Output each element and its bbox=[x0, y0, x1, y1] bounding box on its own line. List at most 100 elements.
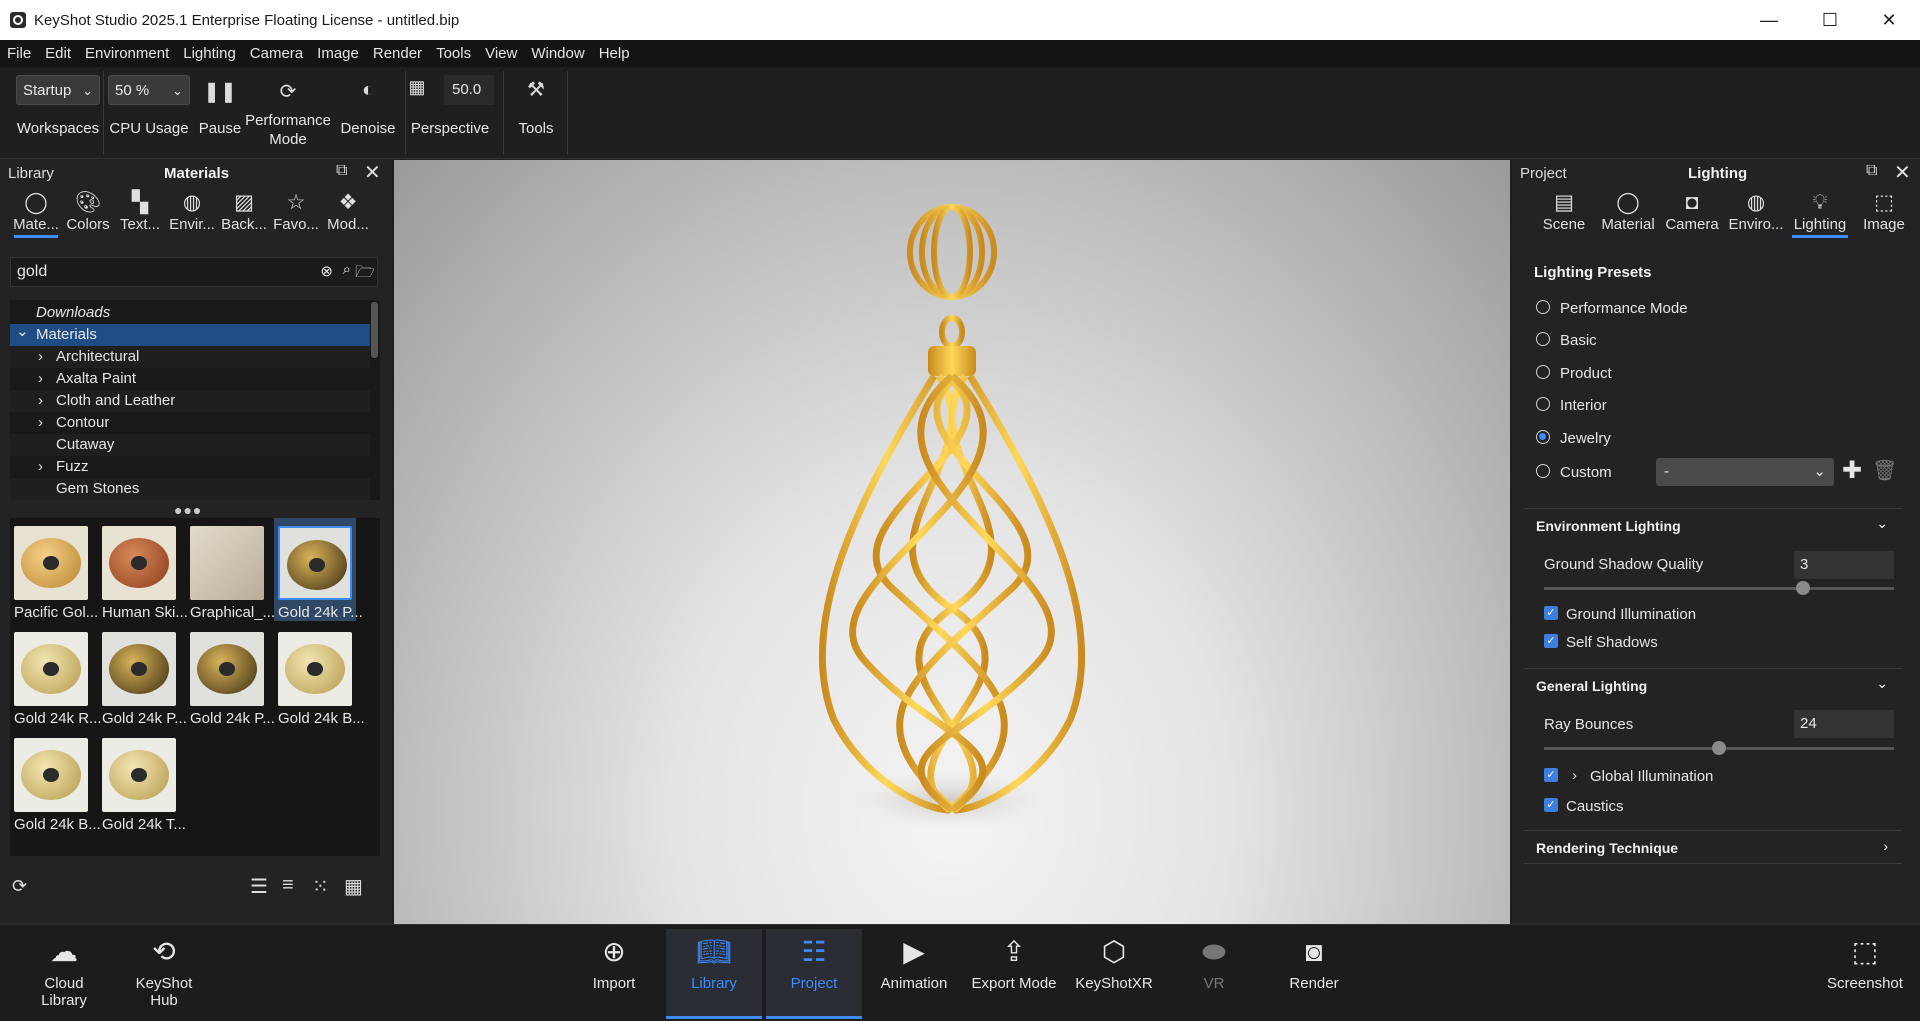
tab-materials[interactable]: ◯ Mate... bbox=[10, 190, 62, 238]
project-button[interactable]: ☷ Project bbox=[766, 929, 862, 1019]
material-thumb[interactable]: Graphical_... bbox=[186, 522, 275, 621]
menu-window[interactable]: Window bbox=[524, 45, 591, 62]
slider-knob[interactable] bbox=[1712, 741, 1726, 755]
animation-button[interactable]: ▶ Animation bbox=[868, 929, 960, 1017]
tree-item-cutaway[interactable]: Cutaway bbox=[10, 434, 370, 456]
radio-button-selected[interactable] bbox=[1536, 430, 1550, 444]
vr-button[interactable]: ⬬ VR bbox=[1174, 929, 1254, 1017]
menu-lighting[interactable]: Lighting bbox=[176, 45, 243, 62]
tree-scrollbar[interactable] bbox=[371, 302, 378, 358]
screenshot-button[interactable]: ⬚ Screenshot bbox=[1820, 929, 1910, 1017]
close-window-button[interactable]: ✕ bbox=[1860, 0, 1918, 40]
splitter-handle-icon[interactable]: ●●● bbox=[174, 502, 202, 518]
perspective-icon[interactable]: ▦ bbox=[402, 77, 432, 98]
material-thumb[interactable]: Gold 24k T... bbox=[98, 734, 186, 833]
tree-item-fuzz[interactable]: › Fuzz bbox=[10, 456, 370, 478]
clear-search-icon[interactable]: ⊗ bbox=[320, 262, 333, 280]
preset-interior[interactable]: Interior bbox=[1536, 397, 1786, 417]
delete-preset-icon[interactable]: 🗑︎ bbox=[1872, 458, 1897, 483]
radio-button[interactable] bbox=[1536, 365, 1550, 379]
pause-icon[interactable]: ❚❚ bbox=[198, 79, 242, 104]
self-shadows-checkbox[interactable]: ✓ Self Shadows bbox=[1544, 634, 1744, 654]
ray-bounces-slider[interactable] bbox=[1544, 741, 1894, 755]
radio-button[interactable] bbox=[1536, 464, 1550, 478]
search-icon[interactable]: ⌕ bbox=[343, 261, 351, 278]
menu-environment[interactable]: Environment bbox=[78, 45, 176, 62]
checkbox-checked[interactable]: ✓ bbox=[1544, 768, 1558, 782]
tab-scene[interactable]: ▤ Scene bbox=[1532, 190, 1596, 233]
menu-image[interactable]: Image bbox=[310, 45, 366, 62]
tree-item-downloads[interactable]: Downloads bbox=[10, 302, 370, 324]
general-lighting-header[interactable]: General Lighting ⌄ bbox=[1524, 668, 1902, 702]
custom-preset-dropdown[interactable]: - ⌄ bbox=[1656, 458, 1834, 486]
library-button[interactable]: 📖︎ Library bbox=[666, 929, 762, 1019]
tab-textures[interactable]: ▚ Text... bbox=[114, 190, 166, 233]
denoise-button[interactable]: Denoise bbox=[332, 119, 404, 138]
environment-lighting-header[interactable]: Environment Lighting ⌄ bbox=[1524, 508, 1902, 542]
material-thumb[interactable]: Gold 24k B... bbox=[274, 628, 365, 727]
tab-image[interactable]: ⬚ Image bbox=[1852, 190, 1916, 233]
caustics-checkbox[interactable]: ✓ Caustics bbox=[1544, 798, 1744, 818]
preset-jewelry[interactable]: Jewelry bbox=[1536, 430, 1786, 450]
tab-environments[interactable]: ◍ Envir... bbox=[166, 190, 218, 233]
library-search-input[interactable]: gold ⊗ ⌕ 🗁 bbox=[10, 257, 378, 287]
tab-material[interactable]: ◯ Material bbox=[1596, 190, 1660, 233]
tab-models[interactable]: ❖ Mod... bbox=[322, 190, 374, 233]
ray-bounces-input[interactable]: 24 bbox=[1794, 710, 1894, 738]
close-panel-icon[interactable]: ✕ bbox=[364, 160, 381, 185]
menu-tools[interactable]: Tools bbox=[429, 45, 478, 62]
keyshot-hub-button[interactable]: ⟲ KeyShot Hub bbox=[124, 929, 204, 1017]
preset-custom[interactable]: Custom bbox=[1536, 464, 1636, 484]
preset-performance-mode[interactable]: Performance Mode bbox=[1536, 300, 1786, 320]
import-button[interactable]: ⊕ Import bbox=[574, 929, 654, 1017]
material-thumb[interactable]: Gold 24k P... bbox=[98, 628, 187, 727]
tools-button[interactable]: Tools bbox=[506, 119, 566, 138]
ground-illumination-checkbox[interactable]: ✓ Ground Illumination bbox=[1544, 606, 1744, 626]
chevron-right-icon[interactable]: › bbox=[1572, 767, 1577, 784]
folder-search-icon[interactable]: 🗁 bbox=[355, 261, 375, 288]
add-preset-icon[interactable]: ✚ bbox=[1842, 456, 1862, 485]
menu-edit[interactable]: Edit bbox=[38, 45, 78, 62]
tree-item-axalta-paint[interactable]: › Axalta Paint bbox=[10, 368, 370, 390]
tree-item-materials[interactable]: ⌄ Materials bbox=[10, 323, 370, 346]
material-thumb[interactable]: Pacific Gol... bbox=[10, 522, 98, 621]
material-thumb[interactable]: Human Ski... bbox=[98, 522, 188, 621]
tree-item-cloth-and-leather[interactable]: › Cloth and Leather bbox=[10, 390, 370, 412]
close-panel-icon[interactable]: ✕ bbox=[1894, 160, 1911, 185]
large-grid-view-icon[interactable]: ▦ bbox=[344, 874, 363, 899]
keyshotxr-button[interactable]: ⬡ KeyShotXR bbox=[1068, 929, 1160, 1017]
workspace-dropdown[interactable]: Startup ⌄ bbox=[16, 75, 100, 105]
tree-item-gem-stones[interactable]: Gem Stones bbox=[10, 478, 370, 500]
list-view-icon[interactable]: ≡ bbox=[282, 874, 294, 897]
cloud-library-button[interactable]: ☁ Cloud Library bbox=[24, 929, 104, 1017]
tree-item-contour[interactable]: › Contour bbox=[10, 412, 370, 434]
undock-icon[interactable]: ⧉ bbox=[336, 162, 347, 180]
slider-knob[interactable] bbox=[1796, 581, 1810, 595]
menu-file[interactable]: File bbox=[0, 45, 38, 62]
tab-backplates[interactable]: ▨ Back... bbox=[218, 190, 270, 233]
tab-favorites[interactable]: ☆ Favo... bbox=[270, 190, 322, 233]
checkbox-checked[interactable]: ✓ bbox=[1544, 634, 1558, 648]
menu-help[interactable]: Help bbox=[592, 45, 637, 62]
ground-shadow-input[interactable]: 3 bbox=[1794, 551, 1894, 579]
export-mode-button[interactable]: ⇪ Export Mode bbox=[964, 929, 1064, 1017]
global-illumination-checkbox[interactable]: ✓ › Global Illumination bbox=[1544, 767, 1764, 788]
pause-button[interactable]: Pause bbox=[194, 119, 246, 138]
preset-product[interactable]: Product bbox=[1536, 365, 1786, 385]
material-thumb[interactable]: Gold 24k P... bbox=[186, 628, 275, 727]
menu-camera[interactable]: Camera bbox=[243, 45, 310, 62]
maximize-button[interactable]: ☐ bbox=[1801, 0, 1859, 40]
radio-button[interactable] bbox=[1536, 300, 1550, 314]
tab-colors[interactable]: 🎨︎ Colors bbox=[62, 190, 114, 233]
preset-basic[interactable]: Basic bbox=[1536, 332, 1786, 352]
performance-mode-icon[interactable]: ⟳ bbox=[266, 79, 310, 104]
menu-view[interactable]: View bbox=[478, 45, 524, 62]
material-thumb[interactable]: Gold 24k R... bbox=[10, 628, 102, 727]
menu-render[interactable]: Render bbox=[366, 45, 429, 62]
checkbox-checked[interactable]: ✓ bbox=[1544, 606, 1558, 620]
tab-camera[interactable]: ◘ Camera bbox=[1660, 190, 1724, 233]
render-button[interactable]: ◙ Render bbox=[1274, 929, 1354, 1017]
fov-input[interactable]: 50.0 bbox=[444, 75, 494, 105]
minimize-button[interactable]: — bbox=[1740, 0, 1798, 40]
small-grid-view-icon[interactable]: ⁙ bbox=[312, 874, 329, 899]
